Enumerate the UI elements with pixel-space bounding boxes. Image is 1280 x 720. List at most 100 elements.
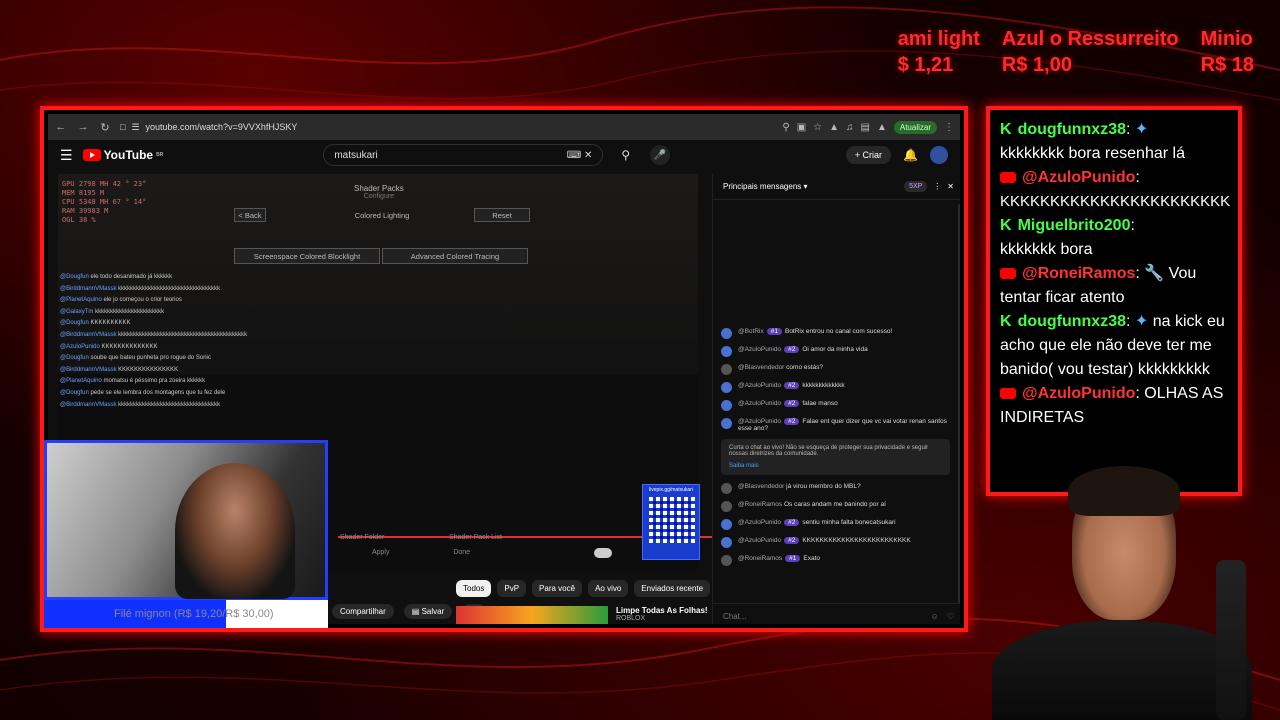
back-icon[interactable]: ← bbox=[54, 121, 68, 133]
avatar bbox=[721, 382, 732, 393]
mc-menu-item: Shader Folder bbox=[340, 534, 385, 541]
chat-user: @AzuloPunido bbox=[738, 346, 782, 353]
zoom-icon[interactable]: ⚲ bbox=[782, 122, 789, 133]
chat-user: @AzuloPunido bbox=[738, 382, 782, 389]
site-info-icon[interactable]: ☰ bbox=[131, 122, 139, 133]
heart-icon[interactable]: ♡ bbox=[947, 612, 954, 621]
search-icon[interactable]: ⚲ bbox=[621, 148, 630, 162]
mc-menu-row: Shader Folder Shader Pack List bbox=[340, 534, 502, 541]
more-icon[interactable]: ⋮ bbox=[933, 182, 941, 191]
menu-icon[interactable]: ⋮ bbox=[944, 122, 954, 133]
qr-label: livepix.gg/matsukari bbox=[649, 487, 693, 493]
chatlog-user: @Dougfun bbox=[60, 355, 89, 362]
chatlog-text: ele todo desanimado já kkkkkk bbox=[90, 274, 173, 280]
chat-badge: #2 bbox=[784, 418, 800, 425]
reload-icon[interactable]: ↻ bbox=[98, 121, 112, 134]
chatlog-line: @Dougfun pede se ele lembra dos montagen… bbox=[60, 388, 360, 400]
recommended-video[interactable]: Limpe Todas As Folhas! ROBLOX bbox=[456, 606, 708, 624]
overlay-text: kkkkkkkk bora resenhar lá bbox=[1000, 145, 1185, 162]
emoji-icon[interactable]: ☺ bbox=[931, 612, 939, 621]
chat-message: @AzuloPunido #2 KKKKKKKKKKKKKKKKKKKKKKKKK bbox=[721, 537, 950, 548]
chatlog-user: @Dougfun bbox=[60, 320, 89, 327]
chatlog-text: kkkkkkkkkkkkkkkkkkkkkkk bbox=[95, 308, 165, 315]
shader-subtitle: Configure bbox=[363, 193, 395, 200]
qr-pattern bbox=[649, 497, 695, 543]
chat-scrollbar[interactable] bbox=[958, 204, 960, 604]
avatar bbox=[721, 537, 732, 548]
search-input[interactable]: matsukari ⌨ ✕ bbox=[323, 144, 604, 166]
chat-user: @AzuloPunido bbox=[738, 418, 782, 425]
overlay-user: @AzuloPunido bbox=[1022, 169, 1136, 186]
chat-user: @BotRix bbox=[738, 328, 764, 335]
music-icon[interactable]: ♫ bbox=[846, 122, 854, 133]
facecam bbox=[44, 440, 328, 600]
chat-user: @AzuloPunido bbox=[738, 519, 782, 526]
stat-line: MEM 8195 M bbox=[62, 189, 105, 197]
recommended-title: Limpe Todas As Folhas! bbox=[616, 606, 708, 615]
chat-mode-label: Principais mensagens bbox=[723, 182, 802, 191]
shader-title-text: Shader Packs bbox=[354, 184, 404, 193]
url-text: youtube.com/watch?v=9VVXhfHJSKY bbox=[145, 122, 298, 132]
bookmark-icon[interactable]: □ bbox=[120, 122, 125, 132]
chatlog-user: @GalaxyTm bbox=[60, 308, 94, 315]
chat-input[interactable]: Chat... ☺ ♡ bbox=[713, 603, 960, 624]
chat-text: já virou membro do MBL? bbox=[786, 483, 861, 490]
chat-user: @Blasvendedor bbox=[738, 483, 785, 490]
chatlog-line: @BirddmannVMassk KKKKKKKKKKKKKKK bbox=[60, 365, 360, 377]
chip-for-you[interactable]: Para você bbox=[532, 580, 583, 597]
save-button[interactable]: ▤ Salvar bbox=[403, 604, 453, 619]
chat-text: KKKKKKKKKKKKKKKKKKKKKKKKK bbox=[802, 537, 911, 544]
chatlog-user: @BirddmannVMassk bbox=[60, 331, 117, 338]
hamburger-icon[interactable]: ☰ bbox=[60, 147, 73, 164]
mic-icon[interactable]: 🎤 bbox=[650, 145, 671, 165]
youtube-logo[interactable]: YouTube BR bbox=[82, 148, 164, 162]
update-button[interactable]: Atualizar bbox=[893, 120, 937, 134]
chip-pvp[interactable]: PvP bbox=[497, 580, 527, 597]
overlay-chat-message: Kdougfunnxz38: ✦ kkkkkkkk bora resenhar l… bbox=[1000, 121, 1185, 162]
chatlog-text: momatsu é péssimo pra zoeira kkkkkk bbox=[103, 378, 206, 385]
puzzle-icon[interactable]: ▲ bbox=[877, 122, 887, 133]
clear-search-icon[interactable]: ⌨ ✕ bbox=[567, 150, 593, 161]
share-button[interactable]: Compartilhar bbox=[332, 604, 394, 619]
avatar[interactable] bbox=[930, 146, 948, 164]
stat-line: RAM 39983 M bbox=[62, 207, 109, 215]
chip-recent[interactable]: Enviados recente bbox=[634, 580, 711, 597]
create-button[interactable]: + Criar bbox=[845, 146, 892, 164]
donation-item: ami light $ 1,21 bbox=[898, 26, 980, 78]
chip-all[interactable]: Todos bbox=[456, 580, 492, 597]
chatlog-text: KKKKKKKKKKKKKKK bbox=[118, 366, 179, 373]
sparkle-icon: ✦ bbox=[1134, 121, 1149, 138]
chatlog-user: @BirddmannVMassk bbox=[60, 401, 117, 408]
chat-mode-dropdown[interactable]: Principais mensagens ▾ bbox=[723, 182, 808, 191]
stat-line: CPU 5348 MH 67 ° 14° bbox=[62, 198, 147, 206]
chat-message: @AzuloPunido #2 falae manso bbox=[721, 400, 950, 411]
mc-menu-row: Apply Done bbox=[340, 549, 502, 556]
overlay-user: Miguelbrito200 bbox=[1017, 217, 1131, 234]
chat-text: sentiu minha falta bonecatsukari bbox=[802, 519, 896, 526]
overlay-user: dougfunnxz38 bbox=[1017, 121, 1126, 138]
chat-message: @AzuloPunido #2 Oi amor da minha vida bbox=[721, 346, 950, 357]
facecam-person bbox=[175, 463, 295, 599]
avatar bbox=[721, 483, 732, 494]
chatlog-line: @Dougfun KKKKKKKKKK bbox=[60, 318, 360, 330]
cast-icon[interactable]: ▣ bbox=[797, 122, 806, 133]
avatar bbox=[721, 346, 732, 357]
mc-back-button: < Back bbox=[234, 208, 266, 222]
chip-live[interactable]: Ao vivo bbox=[588, 580, 629, 597]
youtube-logo-text: YouTube bbox=[103, 148, 154, 162]
extension-icon[interactable]: ▲ bbox=[829, 122, 839, 133]
forward-icon[interactable]: → bbox=[76, 121, 90, 133]
reading-list-icon[interactable]: ▤ bbox=[861, 122, 870, 133]
extensions-bar: ⚲ ▣ ☆ ▲ ♫ ▤ ▲ Atualizar ⋮ bbox=[782, 120, 954, 134]
star-icon[interactable]: ☆ bbox=[813, 122, 822, 133]
chat-header: Principais mensagens ▾ 5XP ⋮ ✕ bbox=[713, 174, 960, 200]
bell-icon[interactable]: 🔔 bbox=[903, 148, 918, 162]
learn-more-link[interactable]: Saiba mais bbox=[729, 463, 942, 469]
close-icon[interactable]: ✕ bbox=[947, 182, 954, 191]
address-bar[interactable]: □ ☰ youtube.com/watch?v=9VVXhfHJSKY bbox=[120, 122, 774, 133]
chat-text: BotRix entrou no canal com sucesso! bbox=[784, 328, 893, 335]
avatar bbox=[721, 400, 732, 411]
youtube-region: BR bbox=[156, 152, 164, 158]
donation-item: Azul o Ressurreito R$ 1,00 bbox=[1002, 26, 1179, 78]
autoplay-toggle[interactable] bbox=[594, 548, 612, 558]
